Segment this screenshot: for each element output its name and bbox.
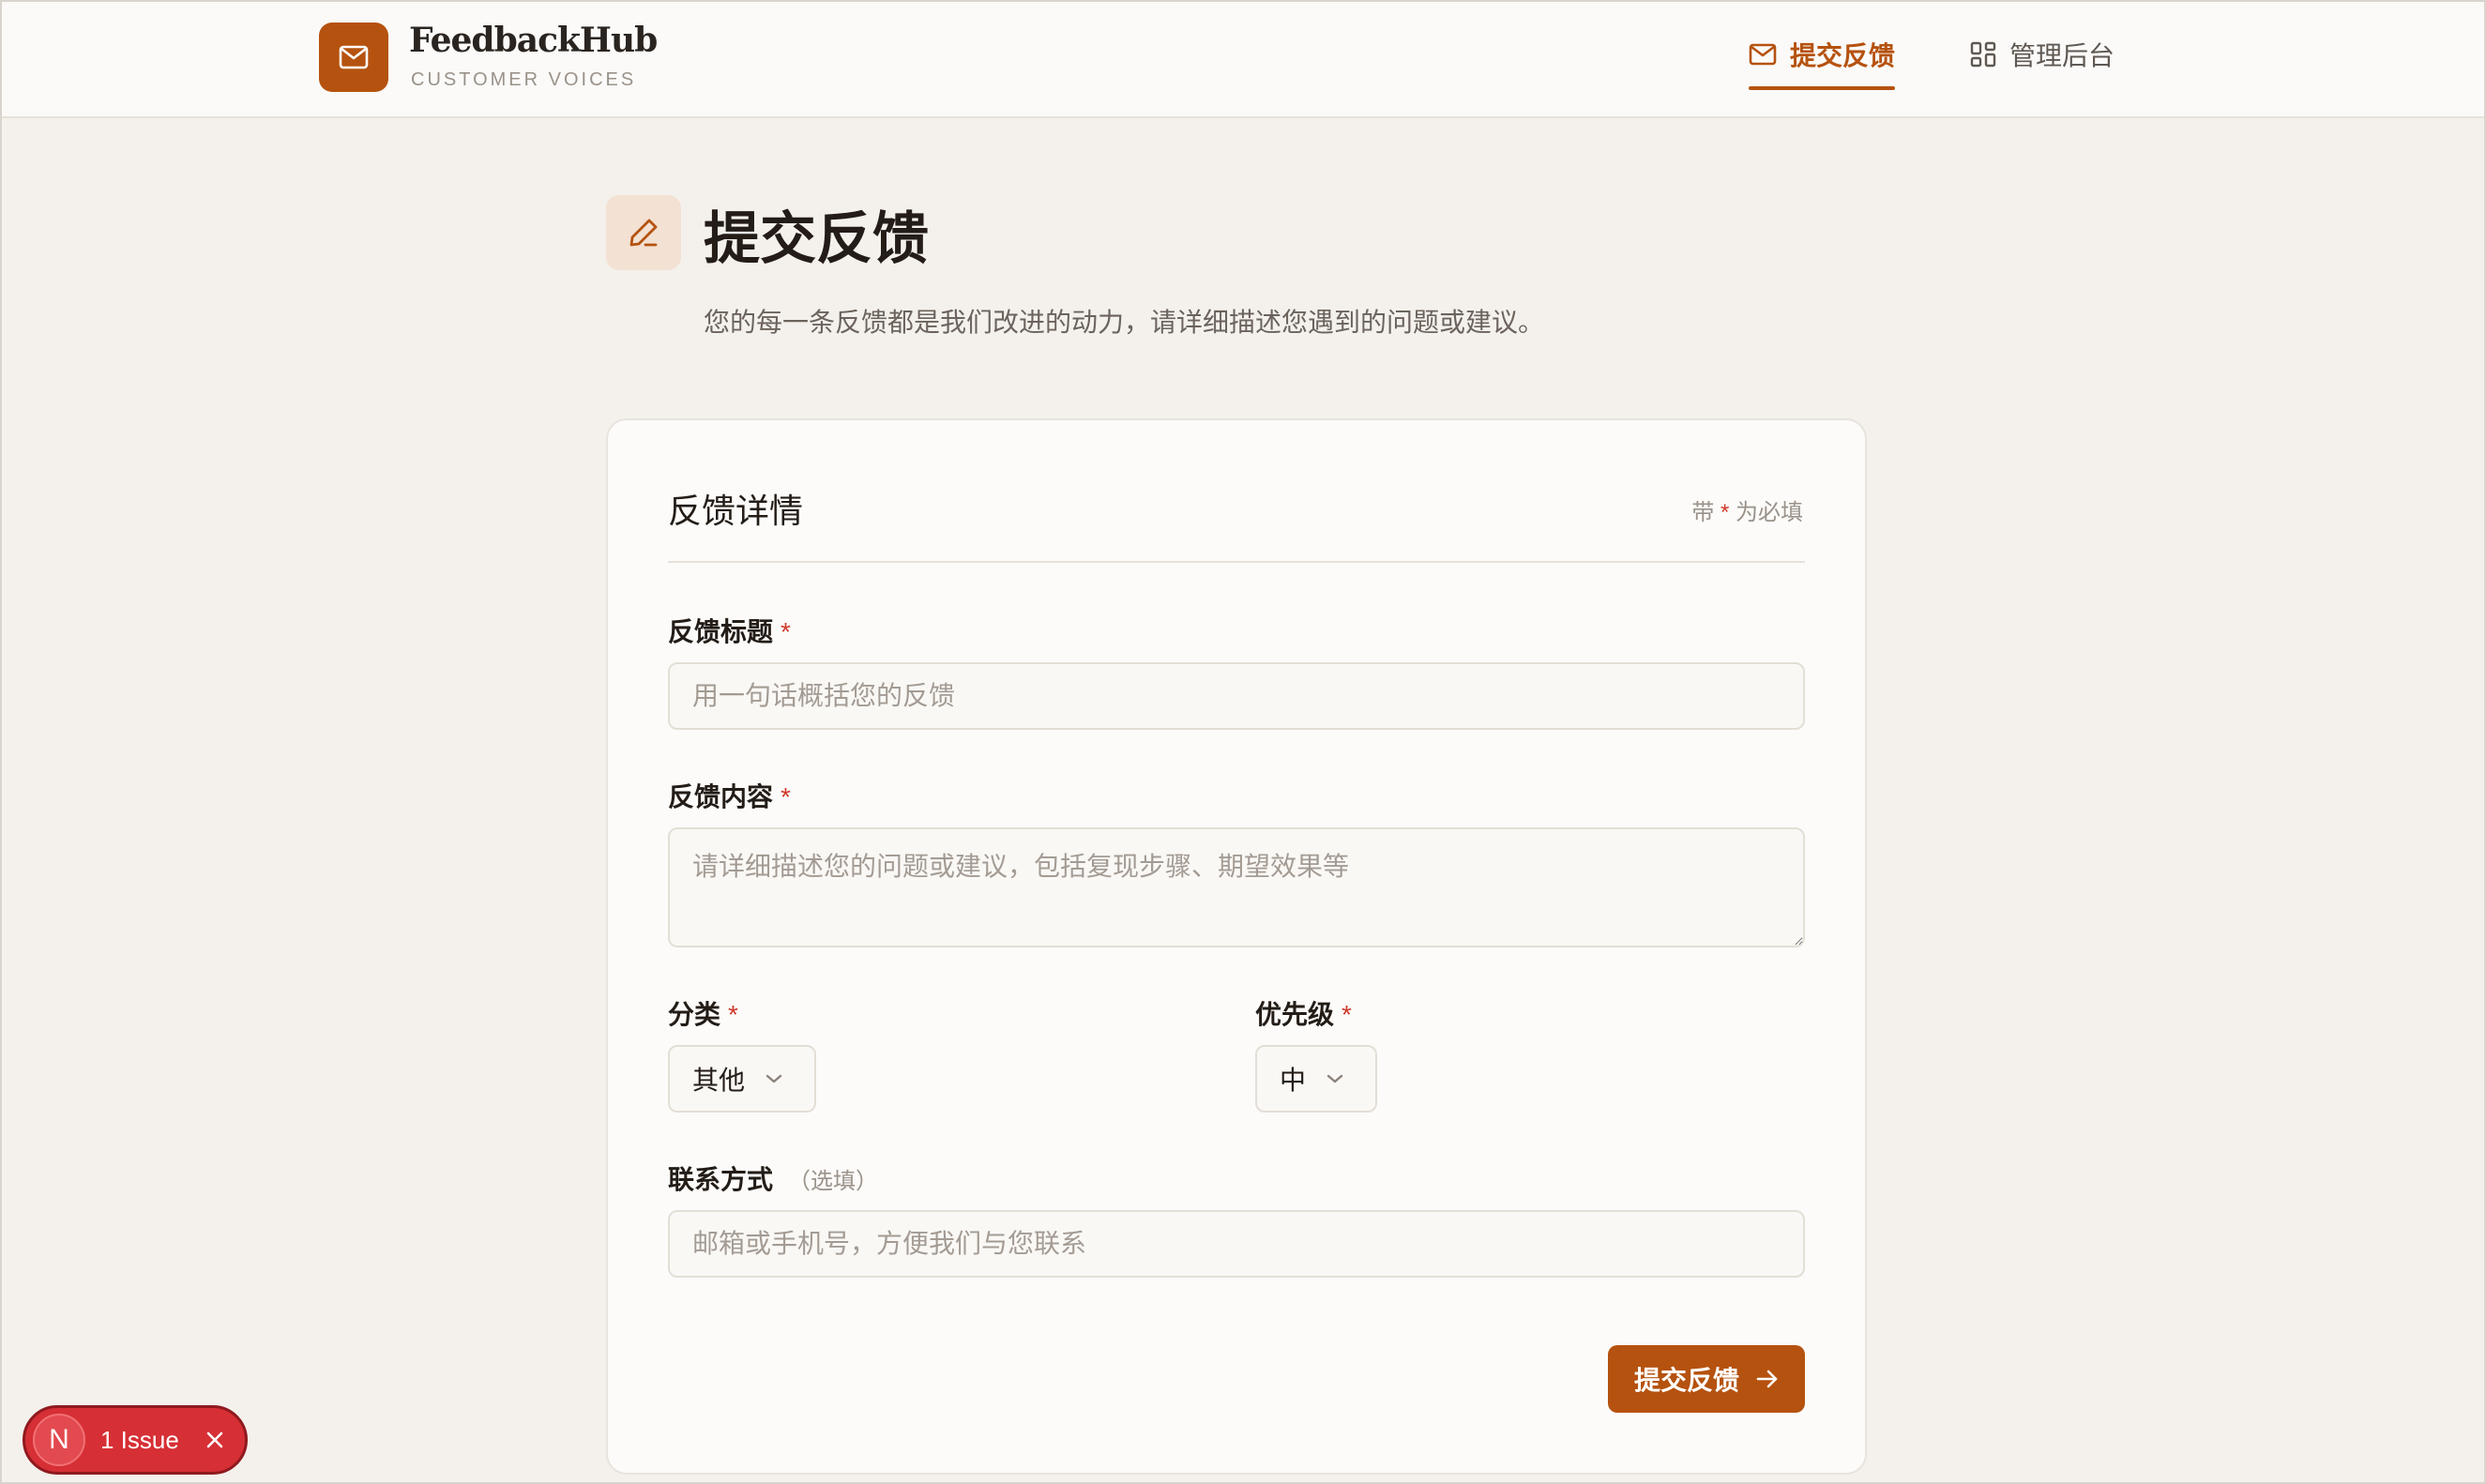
nav-submit-feedback[interactable]: 提交反馈 xyxy=(1749,36,1896,92)
submit-button[interactable]: 提交反馈 xyxy=(1608,1345,1805,1413)
title-input[interactable] xyxy=(668,662,1805,730)
contact-label: 联系方式 （选填） xyxy=(668,1159,878,1197)
nav-admin-dashboard[interactable]: 管理后台 xyxy=(1970,36,2115,92)
nav-admin-label: 管理后台 xyxy=(2009,41,2115,70)
contact-label-text: 联系方式 xyxy=(668,1165,774,1194)
required-note-star: * xyxy=(1720,500,1730,525)
priority-select[interactable]: 中 xyxy=(1255,1045,1377,1113)
dev-tools-logo: N xyxy=(33,1414,85,1466)
priority-value: 中 xyxy=(1280,1066,1307,1095)
dashboard-grid-icon xyxy=(1970,41,1996,68)
category-label-text: 分类 xyxy=(668,1000,721,1029)
page-title: 提交反馈 xyxy=(704,206,929,272)
card-divider xyxy=(668,561,1805,563)
submit-button-label: 提交反馈 xyxy=(1633,1366,1739,1395)
issues-badge[interactable]: N 1 Issue xyxy=(23,1405,248,1475)
arrow-right-icon xyxy=(1756,1370,1778,1388)
issues-count-label: 1 Issue xyxy=(100,1425,179,1454)
category-select[interactable]: 其他 xyxy=(668,1045,816,1113)
pencil-icon xyxy=(629,219,658,247)
mail-icon xyxy=(1749,43,1777,66)
required-note-prefix: 带 xyxy=(1691,500,1715,525)
priority-label: 优先级 * xyxy=(1255,994,1352,1032)
title-badge xyxy=(606,195,681,270)
category-label: 分类 * xyxy=(668,994,738,1032)
contact-optional-hint: （选填） xyxy=(788,1169,879,1194)
required-note-suffix: 为必填 xyxy=(1736,500,1803,525)
chevron-down-icon xyxy=(766,1074,782,1083)
title-label-text: 反馈标题 xyxy=(668,617,774,646)
category-value: 其他 xyxy=(692,1066,746,1095)
contact-input[interactable] xyxy=(668,1210,1805,1278)
content-label: 反馈内容 * xyxy=(668,777,791,814)
brand-name: FeedbackHub xyxy=(409,21,658,60)
required-note: 带 * 为必填 xyxy=(1691,493,1803,526)
chevron-down-icon xyxy=(1326,1074,1343,1083)
nav-submit-label: 提交反馈 xyxy=(1790,41,1896,70)
priority-label-text: 优先级 xyxy=(1255,1000,1335,1029)
page-description: 您的每一条反馈都是我们改进的动力，请详细描述您遇到的问题或建议。 xyxy=(704,308,1545,337)
content-textarea[interactable] xyxy=(668,827,1805,947)
brand-tagline: CUSTOMER VOICES xyxy=(411,69,637,90)
card-title: 反馈详情 xyxy=(668,492,804,531)
title-label: 反馈标题 * xyxy=(668,612,791,649)
brand-logo[interactable] xyxy=(319,23,388,92)
required-star: * xyxy=(781,782,791,811)
mail-icon xyxy=(339,45,369,69)
required-star: * xyxy=(1342,1000,1352,1029)
required-star: * xyxy=(781,617,791,646)
content-label-text: 反馈内容 xyxy=(668,782,774,811)
required-star: * xyxy=(728,1000,738,1029)
close-icon[interactable] xyxy=(205,1431,224,1449)
